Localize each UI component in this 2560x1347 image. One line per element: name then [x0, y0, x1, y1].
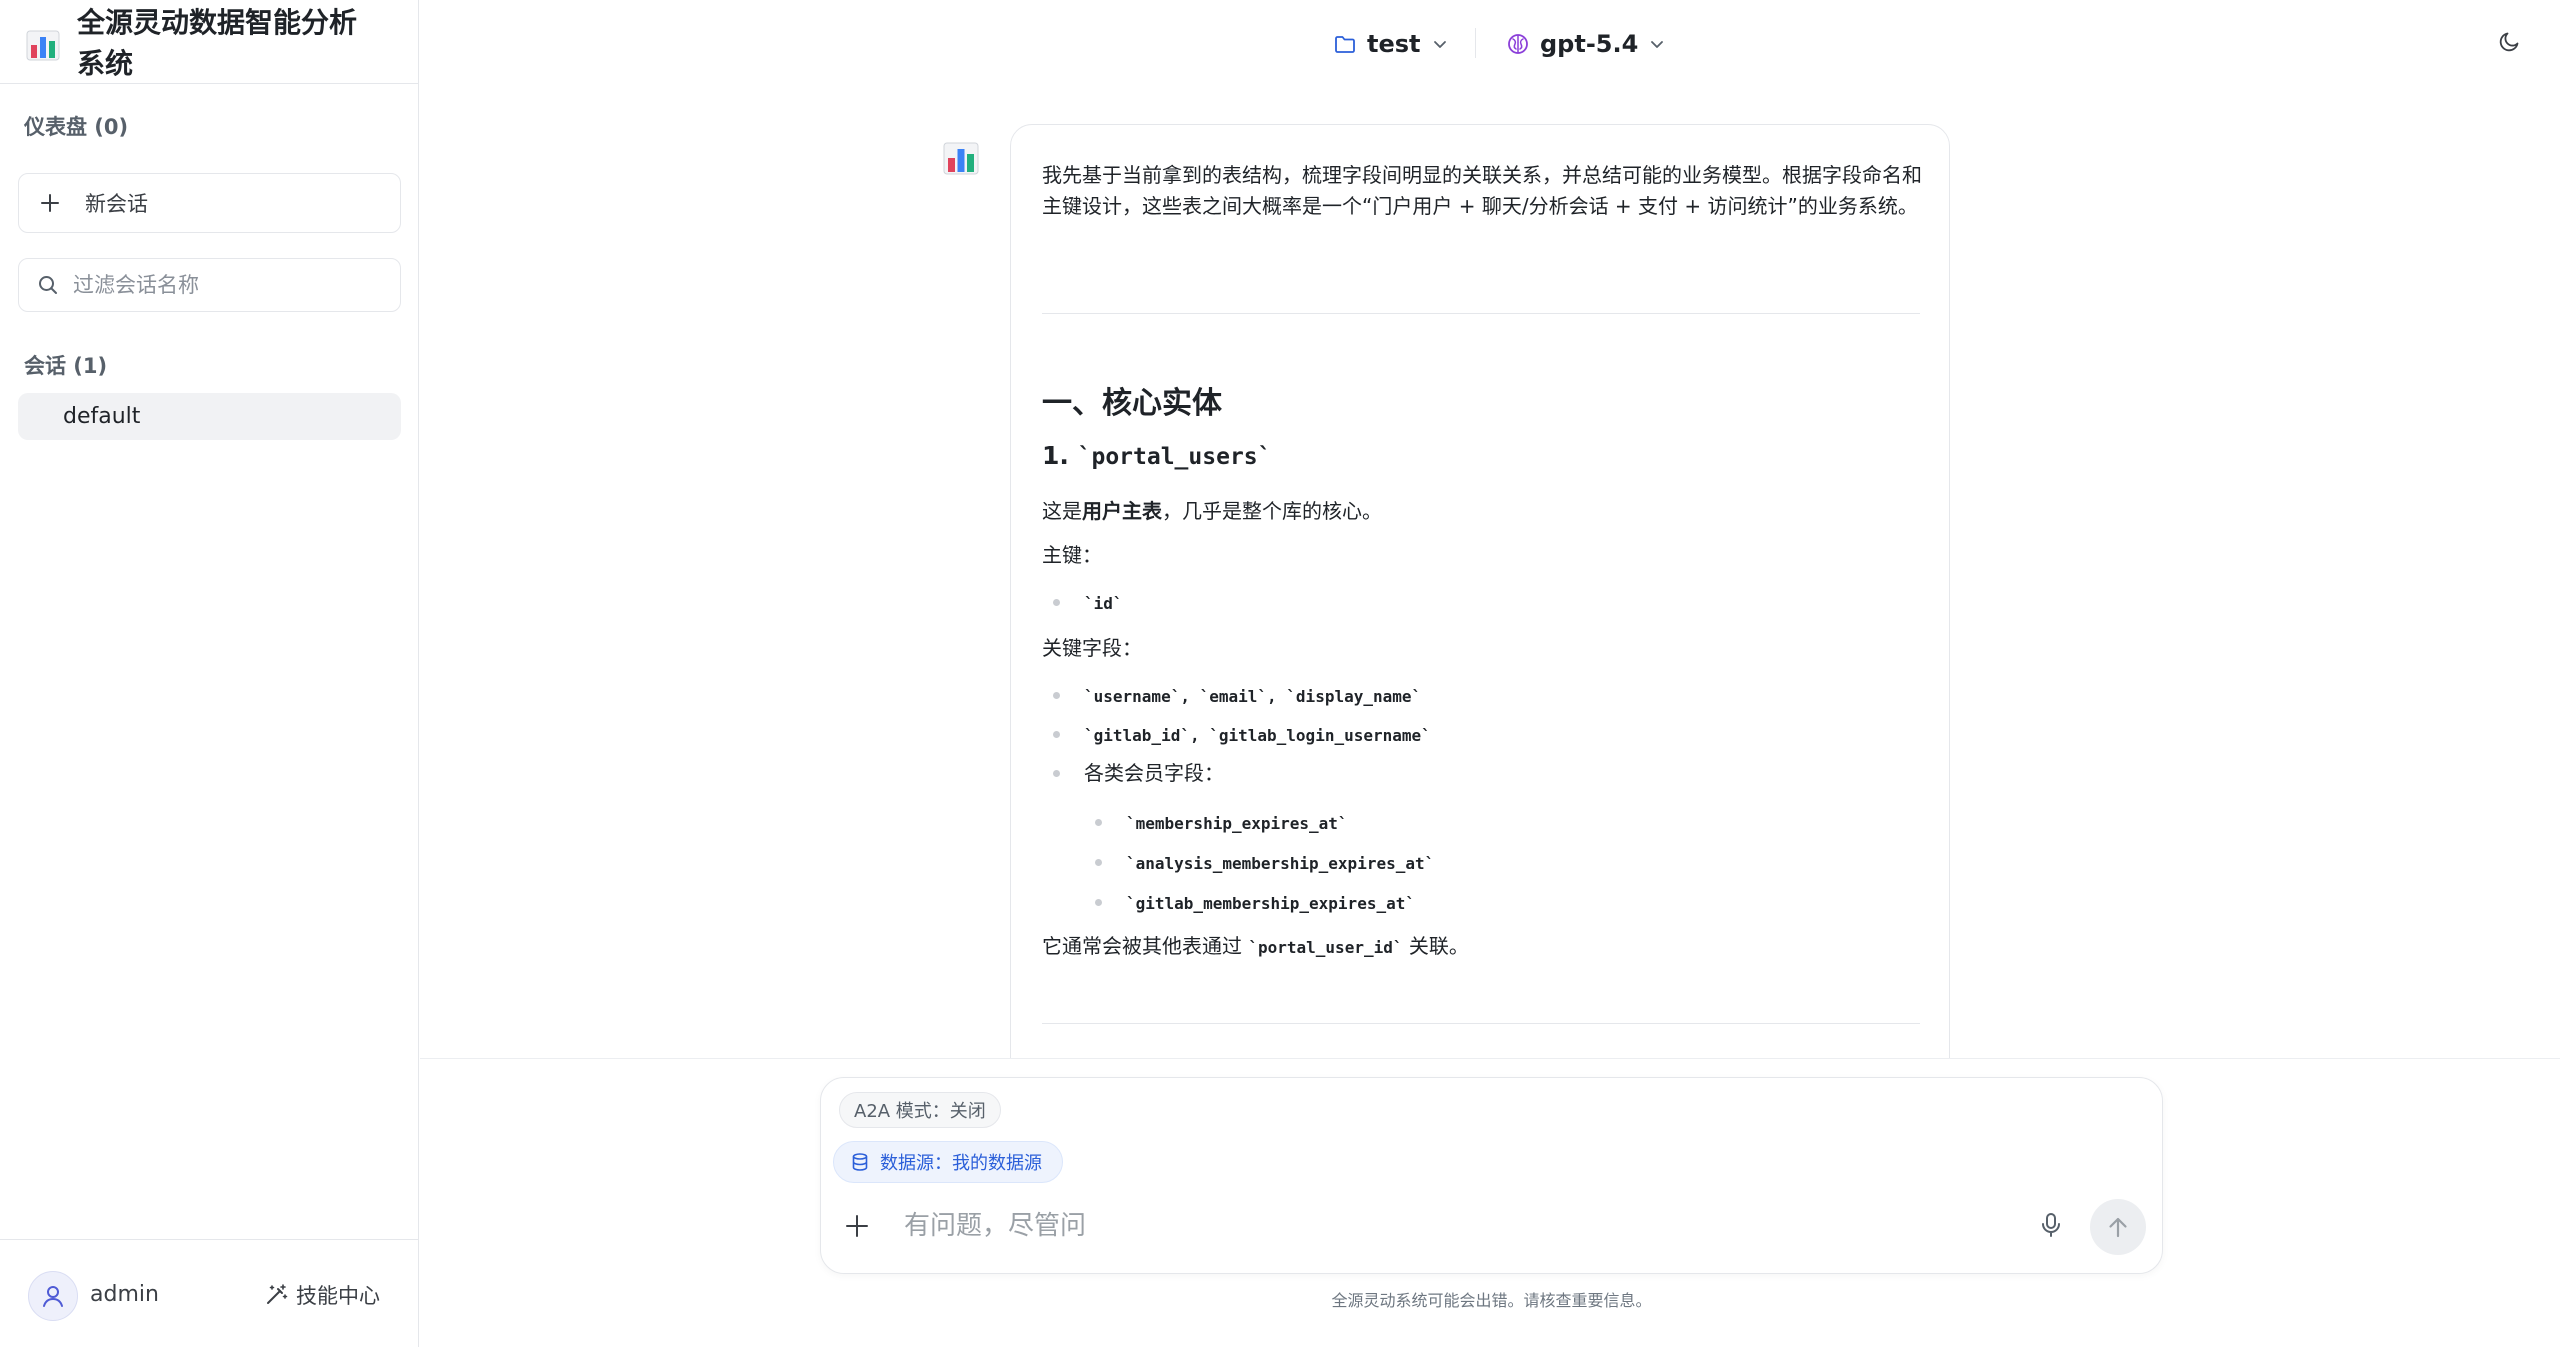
entity-desc-bold: 用户主表: [1082, 499, 1162, 523]
entity-name: `portal_users`: [1077, 444, 1272, 470]
primary-key-code: `id`: [1084, 594, 1123, 613]
new-chat-label: 新会话: [85, 192, 148, 216]
membership-field-code: `analysis_membership_expires_at`: [1126, 854, 1435, 873]
entity-desc-suffix: ，几乎是整个库的核心。: [1162, 499, 1382, 523]
user-icon: [43, 1286, 63, 1307]
relation-prefix: 它通常会被其他表通过: [1042, 934, 1242, 958]
send-button[interactable]: [2090, 1199, 2146, 1255]
model-name: gpt-5.4: [1540, 30, 1639, 58]
key-field-code: `gitlab_id`, `gitlab_login_username`: [1084, 726, 1431, 745]
list-item: 各类会员字段：: [1053, 758, 1224, 788]
session-item-default[interactable]: default: [18, 393, 401, 440]
session-filter[interactable]: [18, 258, 401, 312]
divider: [1042, 1023, 1920, 1024]
assistant-avatar-icon: [943, 142, 979, 175]
search-icon: [39, 276, 57, 294]
key-field-text: 各类会员字段：: [1084, 761, 1224, 785]
message-intro: 我先基于当前拿到的表结构，梳理字段间明显的关联关系，并总结可能的业务模型。根据字…: [1042, 163, 1922, 218]
entity-desc-prefix: 这是: [1042, 499, 1082, 523]
list-item: `id`: [1053, 587, 1123, 619]
model-selector[interactable]: gpt-5.4: [1506, 26, 1666, 62]
folder-icon: [1335, 36, 1355, 53]
skills-center-label: 技能中心: [296, 1284, 380, 1308]
moon-icon[interactable]: [2497, 28, 2523, 54]
session-filter-input[interactable]: [73, 273, 393, 297]
a2a-mode-chip[interactable]: A2A 模式：关闭: [839, 1092, 1001, 1128]
composer: A2A 模式：关闭 数据源：我的数据源: [820, 1077, 2163, 1274]
dashboards-label[interactable]: 仪表盘 (0): [24, 111, 128, 141]
plus-icon: [41, 194, 59, 212]
list-item: `username`, `email`, `display_name`: [1052, 680, 1422, 712]
plus-icon[interactable]: [844, 1213, 870, 1239]
list-item: `analysis_membership_expires_at`: [1094, 847, 1435, 879]
brain-icon: [1508, 34, 1528, 54]
list-item: `gitlab_membership_expires_at`: [1095, 887, 1415, 919]
relation-note: 它通常会被其他表通过 `portal_user_id` 关联。: [1042, 931, 1922, 963]
header-divider: [1475, 28, 1476, 58]
primary-key-label: 主键：: [1042, 543, 1102, 567]
chevron-down-icon: [1651, 41, 1664, 48]
new-chat-button[interactable]: 新会话: [18, 173, 401, 233]
username[interactable]: admin: [90, 1282, 159, 1307]
relation-suffix: 关联。: [1408, 934, 1469, 958]
microphone-icon[interactable]: [2037, 1211, 2065, 1239]
bar-chart-logo-icon: [26, 30, 60, 61]
disclaimer: 全源灵动系统可能会出错。请核查重要信息。: [1331, 1291, 1652, 1310]
app-title: 全源灵动数据智能分析系统: [77, 6, 358, 80]
key-field-code: `username`, `email`, `display_name`: [1084, 687, 1422, 706]
list-item: `gitlab_id`, `gitlab_login_username`: [1053, 719, 1431, 751]
arrow-up-icon: [2109, 1217, 2127, 1238]
entity-description: 这是用户主表，几乎是整个库的核心。: [1042, 496, 1922, 526]
key-fields-label: 关键字段：: [1042, 636, 1142, 660]
section-heading: 一、核心实体: [1042, 386, 1222, 421]
message-input[interactable]: [904, 1204, 2004, 1248]
brand-header: 全源灵动数据智能分析系统: [0, 0, 418, 84]
magic-wand-icon: [267, 1284, 288, 1304]
sidebar-footer: admin 技能中心: [0, 1239, 418, 1347]
project-selector[interactable]: test: [1333, 26, 1449, 62]
entity-number: 1.: [1042, 441, 1069, 470]
divider: [1042, 313, 1920, 314]
assistant-message: 我先基于当前拿到的表结构，梳理字段间明显的关联关系，并总结可能的业务模型。根据字…: [1010, 124, 1950, 1084]
relation-code: `portal_user_id`: [1248, 938, 1403, 957]
entity-heading: 1. `portal_users`: [1042, 441, 1922, 470]
sessions-label: 会话 (1): [24, 354, 108, 378]
membership-field-code: `gitlab_membership_expires_at`: [1126, 894, 1415, 913]
membership-field-code: `membership_expires_at`: [1126, 814, 1348, 833]
project-name: test: [1367, 30, 1421, 58]
skills-center-button[interactable]: 技能中心: [264, 1280, 380, 1310]
datasource-chip[interactable]: 数据源：我的数据源: [833, 1141, 1063, 1183]
database-icon: [852, 1153, 868, 1171]
datasource-label: 数据源：我的数据源: [880, 1153, 1042, 1174]
chevron-down-icon: [1433, 41, 1446, 48]
list-item: `membership_expires_at`: [1095, 807, 1348, 839]
sidebar: 全源灵动数据智能分析系统 仪表盘 (0) 新会话 会话 (1) default …: [0, 0, 419, 1347]
avatar[interactable]: [28, 1271, 78, 1321]
